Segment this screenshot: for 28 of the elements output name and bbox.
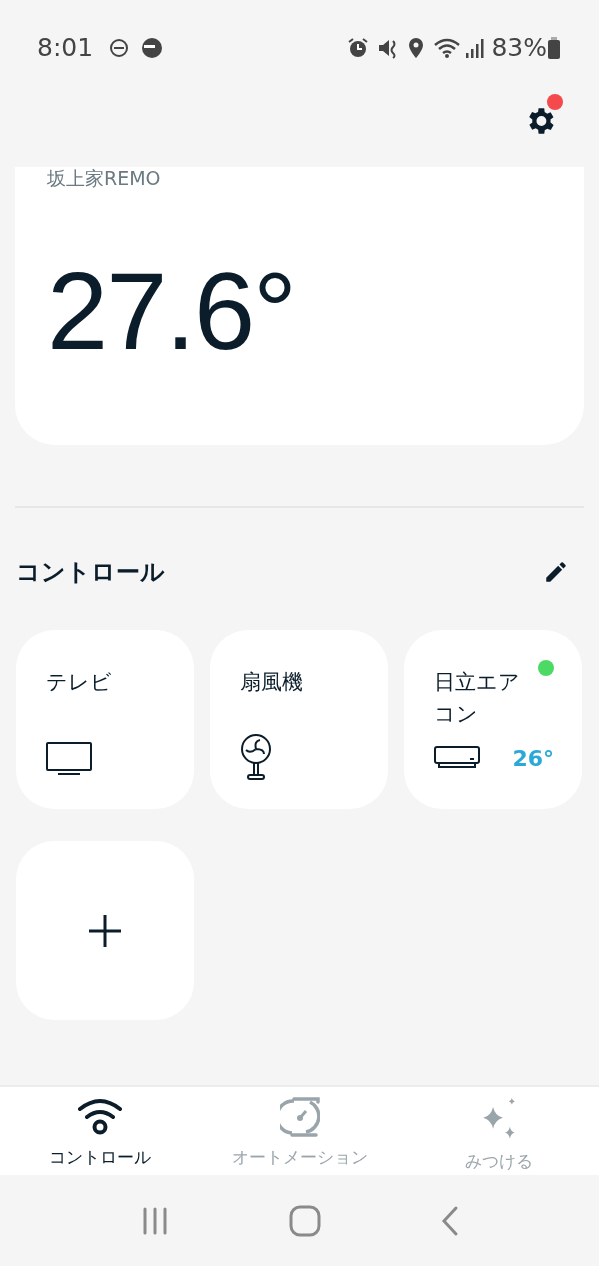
air-conditioner-icon — [434, 746, 480, 770]
do-not-disturb-icon — [109, 37, 130, 58]
device-tile[interactable]: テレビ — [16, 630, 194, 809]
signal-icon — [465, 36, 486, 59]
device-name: 日立エアコン — [434, 669, 521, 728]
status-icon — [141, 36, 164, 59]
edit-icon[interactable] — [543, 559, 569, 585]
room-temperature: 27.6° — [47, 255, 297, 366]
section-title: コントロール — [16, 557, 165, 588]
home-card[interactable]: 坂上家REMO 27.6° — [15, 167, 584, 445]
tv-icon — [46, 742, 92, 776]
battery-icon — [547, 36, 561, 59]
battery-percent: 83% — [491, 31, 547, 64]
device-name: 扇風機 — [240, 669, 304, 696]
gauge-icon — [279, 1097, 320, 1137]
temperature-setting: 26° — [512, 745, 554, 773]
nav-tab[interactable]: コントロール — [0, 1087, 200, 1175]
status-time: 8:01 — [37, 31, 94, 64]
device-tile[interactable]: 日立エアコン 26° — [404, 630, 582, 809]
plus-icon — [88, 913, 122, 948]
alarm-icon — [347, 36, 370, 59]
fan-icon — [240, 734, 272, 780]
device-name: 坂上家REMO — [47, 167, 162, 190]
device-name: テレビ — [46, 669, 113, 696]
back-icon[interactable] — [439, 1204, 460, 1237]
device-tile[interactable]: 扇風機 — [210, 630, 388, 809]
home-icon[interactable] — [288, 1204, 321, 1237]
location-icon — [407, 36, 426, 59]
